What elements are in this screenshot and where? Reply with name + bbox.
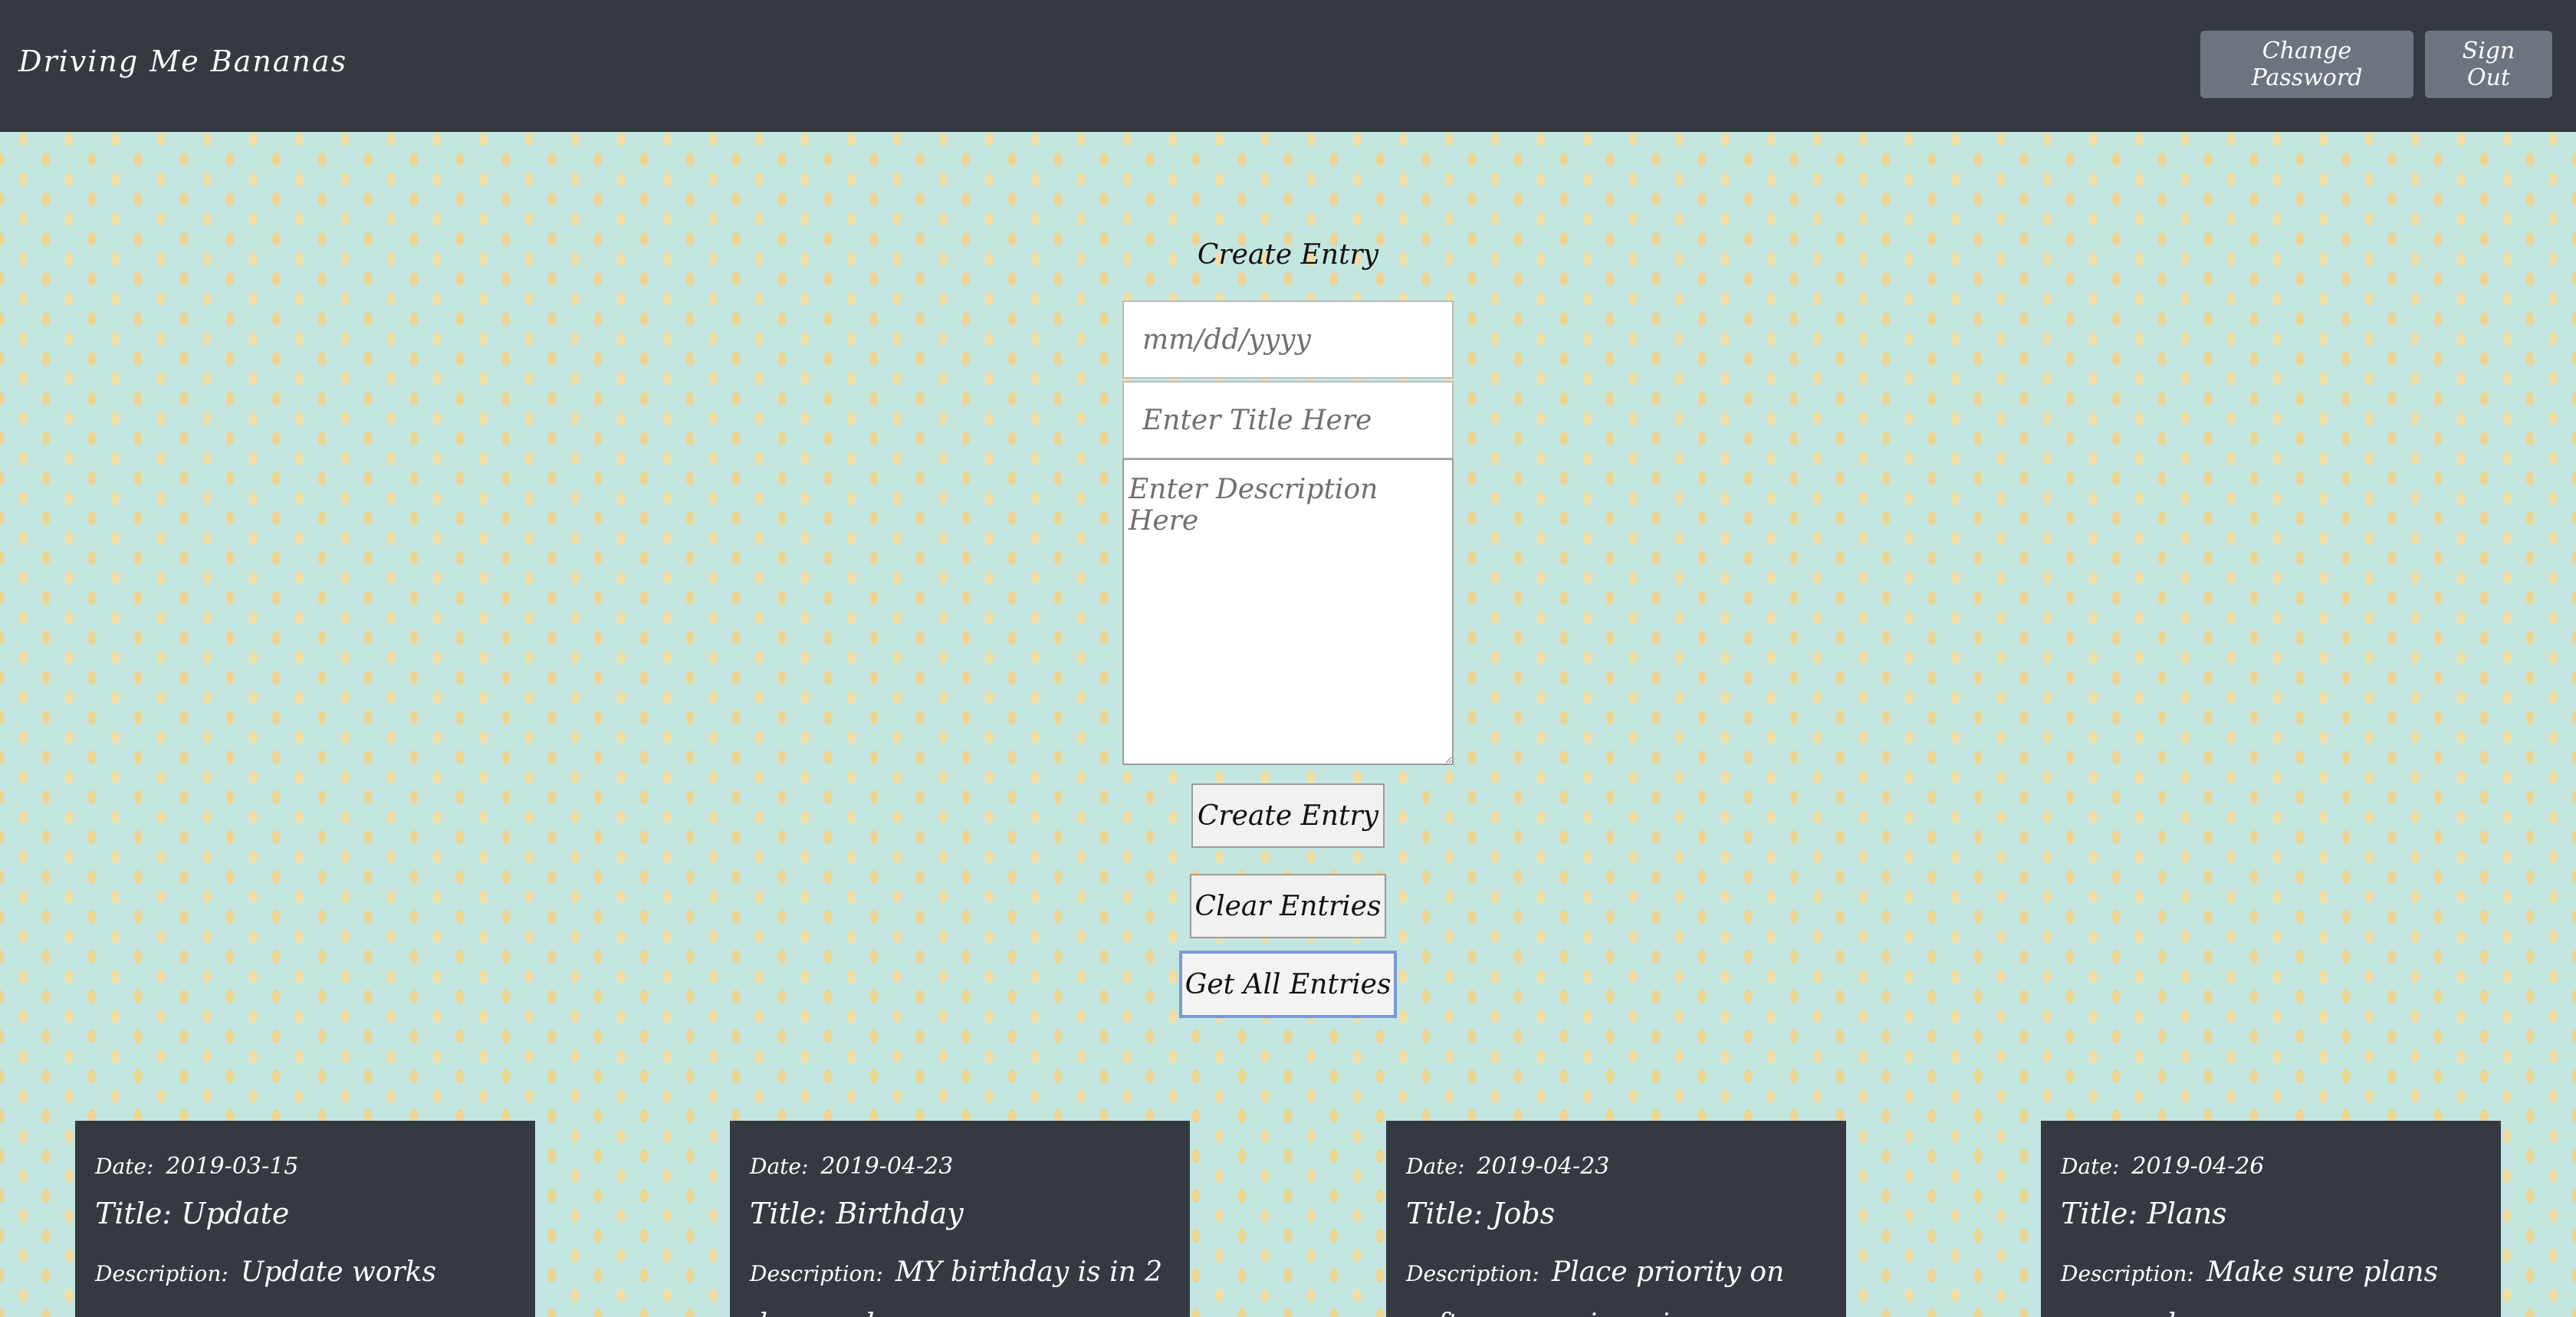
change-password-button[interactable]: Change Password [2200, 31, 2413, 98]
title-label: Title: [750, 1197, 827, 1230]
entry-date: Date: 2019-04-26 [2061, 1153, 2479, 1180]
entry-date: Date: 2019-03-15 [95, 1153, 514, 1180]
entry-title: Title: Plans [2061, 1197, 2479, 1230]
entry-description: Description: Update works [95, 1247, 514, 1299]
description-label: Description: [2061, 1261, 2194, 1286]
title-value: Jobs [1492, 1197, 1556, 1230]
entry-card: Date: 2019-04-23 Title: Birthday Descript… [730, 1121, 1190, 1317]
title-label: Title: [95, 1197, 172, 1230]
entry-date: Date: 2019-04-23 [750, 1153, 1168, 1180]
sign-out-button[interactable]: Sign Out [2425, 31, 2552, 98]
entry-title: Title: Jobs [1406, 1197, 1825, 1230]
entry-card: Date: 2019-04-23 Title: Jobs Description:… [1386, 1121, 1846, 1317]
entry-title: Title: Update [95, 1197, 514, 1230]
entry-card: Date: 2019-03-15 Title: Update Descriptio… [75, 1121, 535, 1317]
description-label: Description: [1406, 1261, 1539, 1286]
entry-description: Description:MY birthday is in 2 days and [750, 1247, 1168, 1317]
entry-description: Description:Make sure plans are made [2061, 1247, 2479, 1317]
entry-card: Date: 2019-04-26 Title: Plans Description… [2041, 1121, 2501, 1317]
date-label: Date: [1406, 1154, 1465, 1179]
description-label: Description: [750, 1261, 883, 1286]
entry-date: Date: 2019-04-23 [1406, 1153, 1825, 1180]
date-value: 2019-03-15 [166, 1153, 299, 1180]
title-label: Title: [2061, 1197, 2138, 1230]
date-label: Date: [95, 1154, 154, 1179]
date-input[interactable] [1122, 301, 1454, 379]
get-all-entries-button[interactable]: Get All Entries [1179, 951, 1397, 1018]
clear-entries-button[interactable]: Clear Entries [1190, 874, 1386, 938]
title-value: Plans [2147, 1197, 2227, 1230]
form-heading: Create Entry [1197, 239, 1379, 271]
date-label: Date: [750, 1154, 809, 1179]
brand-title[interactable]: Driving Me Bananas [18, 44, 347, 78]
navbar: Driving Me Bananas Change Password Sign … [0, 0, 2576, 132]
title-input[interactable] [1122, 381, 1454, 459]
entry-title: Title: Birthday [750, 1197, 1168, 1230]
date-value: 2019-04-26 [2131, 1153, 2265, 1180]
date-value: 2019-04-23 [1477, 1153, 1610, 1180]
title-value: Update [181, 1197, 290, 1230]
date-label: Date: [2061, 1154, 2120, 1179]
description-label: Description: [95, 1261, 228, 1286]
create-entry-button[interactable]: Create Entry [1191, 783, 1385, 848]
description-value: Update works [240, 1256, 436, 1288]
entry-description: Description:Place priority on software e… [1406, 1247, 1825, 1317]
title-label: Title: [1406, 1197, 1484, 1230]
title-value: Birthday [836, 1197, 964, 1230]
date-value: 2019-04-23 [820, 1153, 954, 1180]
description-textarea[interactable] [1122, 458, 1454, 765]
